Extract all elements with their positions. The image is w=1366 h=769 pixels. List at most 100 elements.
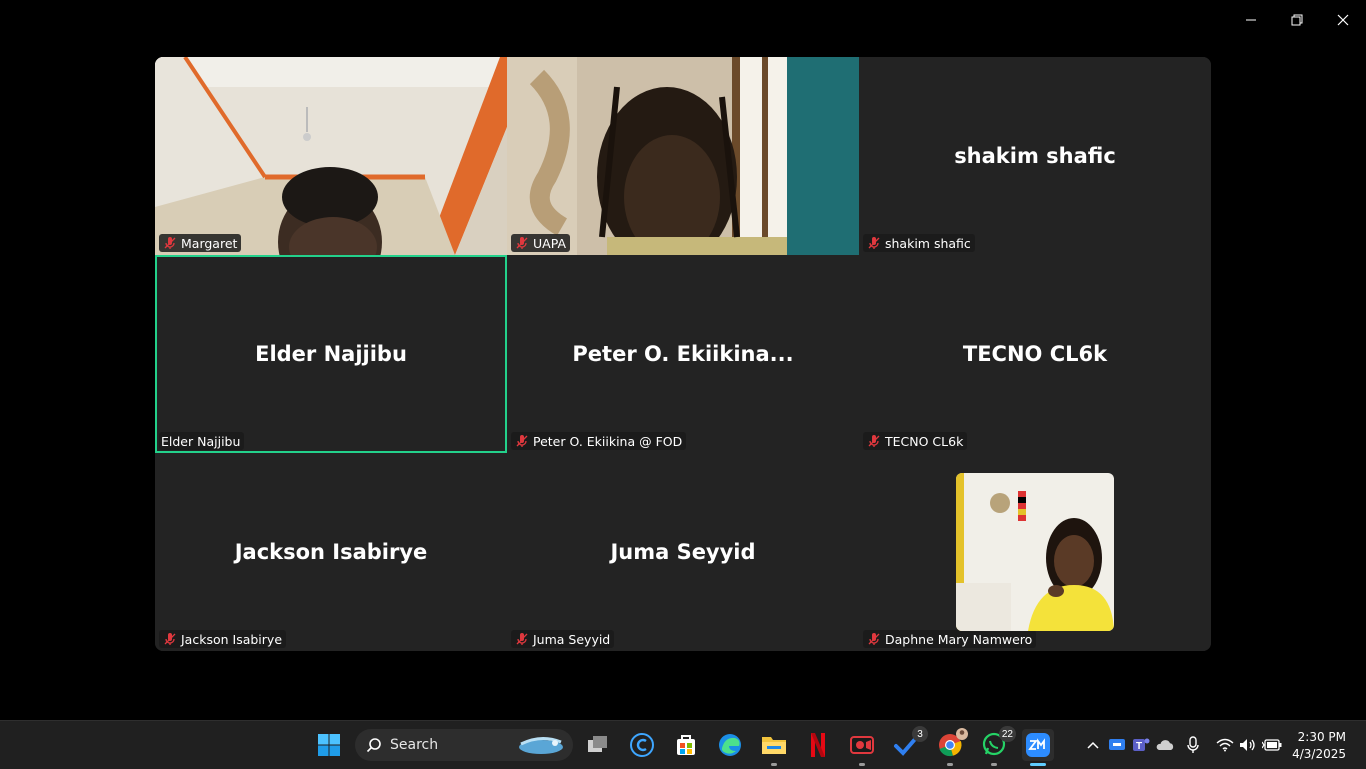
muted-mic-icon xyxy=(868,633,880,645)
task-view-button[interactable] xyxy=(582,729,614,761)
muted-mic-icon xyxy=(164,633,176,645)
notification-badge: 22 xyxy=(998,726,1016,742)
participant-label: Daphne Mary Namwero xyxy=(885,631,1033,647)
show-hidden-icons-button[interactable] xyxy=(1083,733,1103,757)
participant-name-tag: Peter O. Ekiikina @ FOD xyxy=(511,432,687,450)
taskbar-app-todo[interactable]: 3 xyxy=(890,726,928,761)
participant-display-name: TECNO CL6k xyxy=(962,342,1108,366)
participant-label: UAPA xyxy=(533,235,566,251)
taskbar-app-whatsapp[interactable]: 22 xyxy=(978,726,1016,766)
participant-name-tag: Elder Najjibu xyxy=(159,432,245,450)
microphone-icon xyxy=(1187,736,1199,753)
participant-label: Jackson Isabirye xyxy=(181,631,283,647)
running-indicator xyxy=(947,763,953,766)
task-view-icon xyxy=(588,736,607,752)
participant-tile[interactable]: TECNO CL6k TECNO CL6k xyxy=(859,255,1211,453)
c-circle-icon xyxy=(630,733,654,757)
muted-mic-icon xyxy=(164,237,176,249)
participant-display-name: Peter O. Ekiikina... xyxy=(572,342,794,366)
tray-messages[interactable] xyxy=(1107,733,1127,757)
participant-label: Elder Najjibu xyxy=(161,433,241,449)
participant-label: Juma Seyyid xyxy=(533,631,611,647)
video-feed xyxy=(155,57,507,255)
participant-name-tag: TECNO CL6k xyxy=(863,432,968,450)
folder-icon xyxy=(762,737,786,754)
minimize-button[interactable] xyxy=(1228,0,1274,40)
netflix-icon xyxy=(811,733,825,757)
restore-button[interactable] xyxy=(1274,0,1320,40)
taskbar-app-recorder[interactable] xyxy=(846,729,878,766)
participant-name-tag: UAPA xyxy=(511,234,570,252)
participant-display-name: shakim shafic xyxy=(954,144,1116,168)
speaker-icon xyxy=(1240,739,1255,751)
participant-tile[interactable]: Peter O. Ekiikina... Peter O. Ekiikina @… xyxy=(507,255,859,453)
taskbar-search-box[interactable]: Search xyxy=(355,729,573,761)
running-indicator xyxy=(771,763,777,766)
taskbar-app-file-explorer[interactable] xyxy=(758,729,790,766)
taskbar-app-edge[interactable] xyxy=(714,729,746,761)
participant-video-thumbnail xyxy=(956,473,1114,631)
store-icon xyxy=(677,735,695,755)
video-feed xyxy=(956,473,1114,631)
participant-display-name: Elder Najjibu xyxy=(255,342,407,366)
window-controls xyxy=(1228,0,1366,40)
taskbar-app-netflix[interactable] xyxy=(802,729,834,761)
tray-microphone[interactable] xyxy=(1183,733,1203,757)
video-feed xyxy=(507,57,859,255)
system-clock[interactable]: 2:30 PM 4/3/2025 xyxy=(1292,729,1346,763)
participant-display-name: Jackson Isabirye xyxy=(234,540,428,564)
participant-tile[interactable]: Jackson Isabirye Jackson Isabirye xyxy=(155,453,507,651)
taskbar-app-chrome[interactable] xyxy=(934,728,968,766)
participant-name-tag: Juma Seyyid xyxy=(511,630,615,648)
participant-label: Margaret xyxy=(181,235,238,251)
taskbar-app-zoom[interactable] xyxy=(1022,729,1054,766)
video-recorder-icon xyxy=(850,736,874,754)
taskbar-app-copilot[interactable] xyxy=(626,729,658,761)
participant-name-tag: Daphne Mary Namwero xyxy=(863,630,1037,648)
windows-logo-icon xyxy=(318,734,340,756)
tray-network[interactable] xyxy=(1215,733,1235,757)
tray-teams[interactable]: T xyxy=(1131,733,1151,757)
search-placeholder: Search xyxy=(390,737,439,753)
chevron-up-icon xyxy=(1087,741,1099,749)
close-button[interactable] xyxy=(1320,0,1366,40)
muted-mic-icon xyxy=(868,435,880,447)
zoom-icon xyxy=(1026,733,1050,757)
teams-icon: T xyxy=(1133,738,1150,752)
participant-name-tag: Jackson Isabirye xyxy=(159,630,287,648)
participant-tile-active-speaker[interactable]: Elder Najjibu Elder Najjibu xyxy=(155,255,507,453)
taskbar: Search 3 22 T 2:30 PM 4/3/2025 xyxy=(0,720,1366,769)
clock-time: 2:30 PM xyxy=(1297,730,1346,744)
muted-mic-icon xyxy=(516,633,528,645)
muted-mic-icon xyxy=(516,237,528,249)
participant-label: TECNO CL6k xyxy=(885,433,964,449)
participant-tile[interactable]: shakim shafic shakim shafic xyxy=(859,57,1211,255)
close-icon xyxy=(1337,14,1349,26)
profile-avatar-icon xyxy=(956,728,968,740)
notification-badge: 3 xyxy=(912,726,928,742)
battery-charging-icon xyxy=(1262,739,1282,751)
search-highlight-icon xyxy=(519,737,563,754)
participant-label: shakim shafic xyxy=(885,235,971,251)
participant-tile[interactable]: UAPA xyxy=(507,57,859,255)
svg-text:T: T xyxy=(1136,741,1142,752)
restore-icon xyxy=(1291,14,1303,26)
taskbar-app-store[interactable] xyxy=(670,729,702,761)
muted-mic-icon xyxy=(516,435,528,447)
participant-label: Peter O. Ekiikina @ FOD xyxy=(533,433,683,449)
clock-date: 4/3/2025 xyxy=(1292,747,1346,761)
tray-onedrive[interactable] xyxy=(1155,733,1175,757)
running-indicator xyxy=(859,763,865,766)
participant-name-tag: shakim shafic xyxy=(863,234,975,252)
participant-name-tag: Margaret xyxy=(159,234,242,252)
start-button[interactable] xyxy=(313,729,345,761)
participant-tile[interactable]: Margaret xyxy=(155,57,507,255)
participant-tile[interactable]: Juma Seyyid Juma Seyyid xyxy=(507,453,859,651)
tray-volume[interactable] xyxy=(1238,733,1258,757)
edge-icon xyxy=(719,734,741,756)
search-icon xyxy=(366,738,381,753)
gallery-view: Margaret UAPA shakim shafic shakim shafi… xyxy=(155,57,1211,651)
tray-battery[interactable] xyxy=(1262,733,1282,757)
minimize-icon xyxy=(1246,19,1256,21)
participant-display-name: Juma Seyyid xyxy=(610,540,756,564)
